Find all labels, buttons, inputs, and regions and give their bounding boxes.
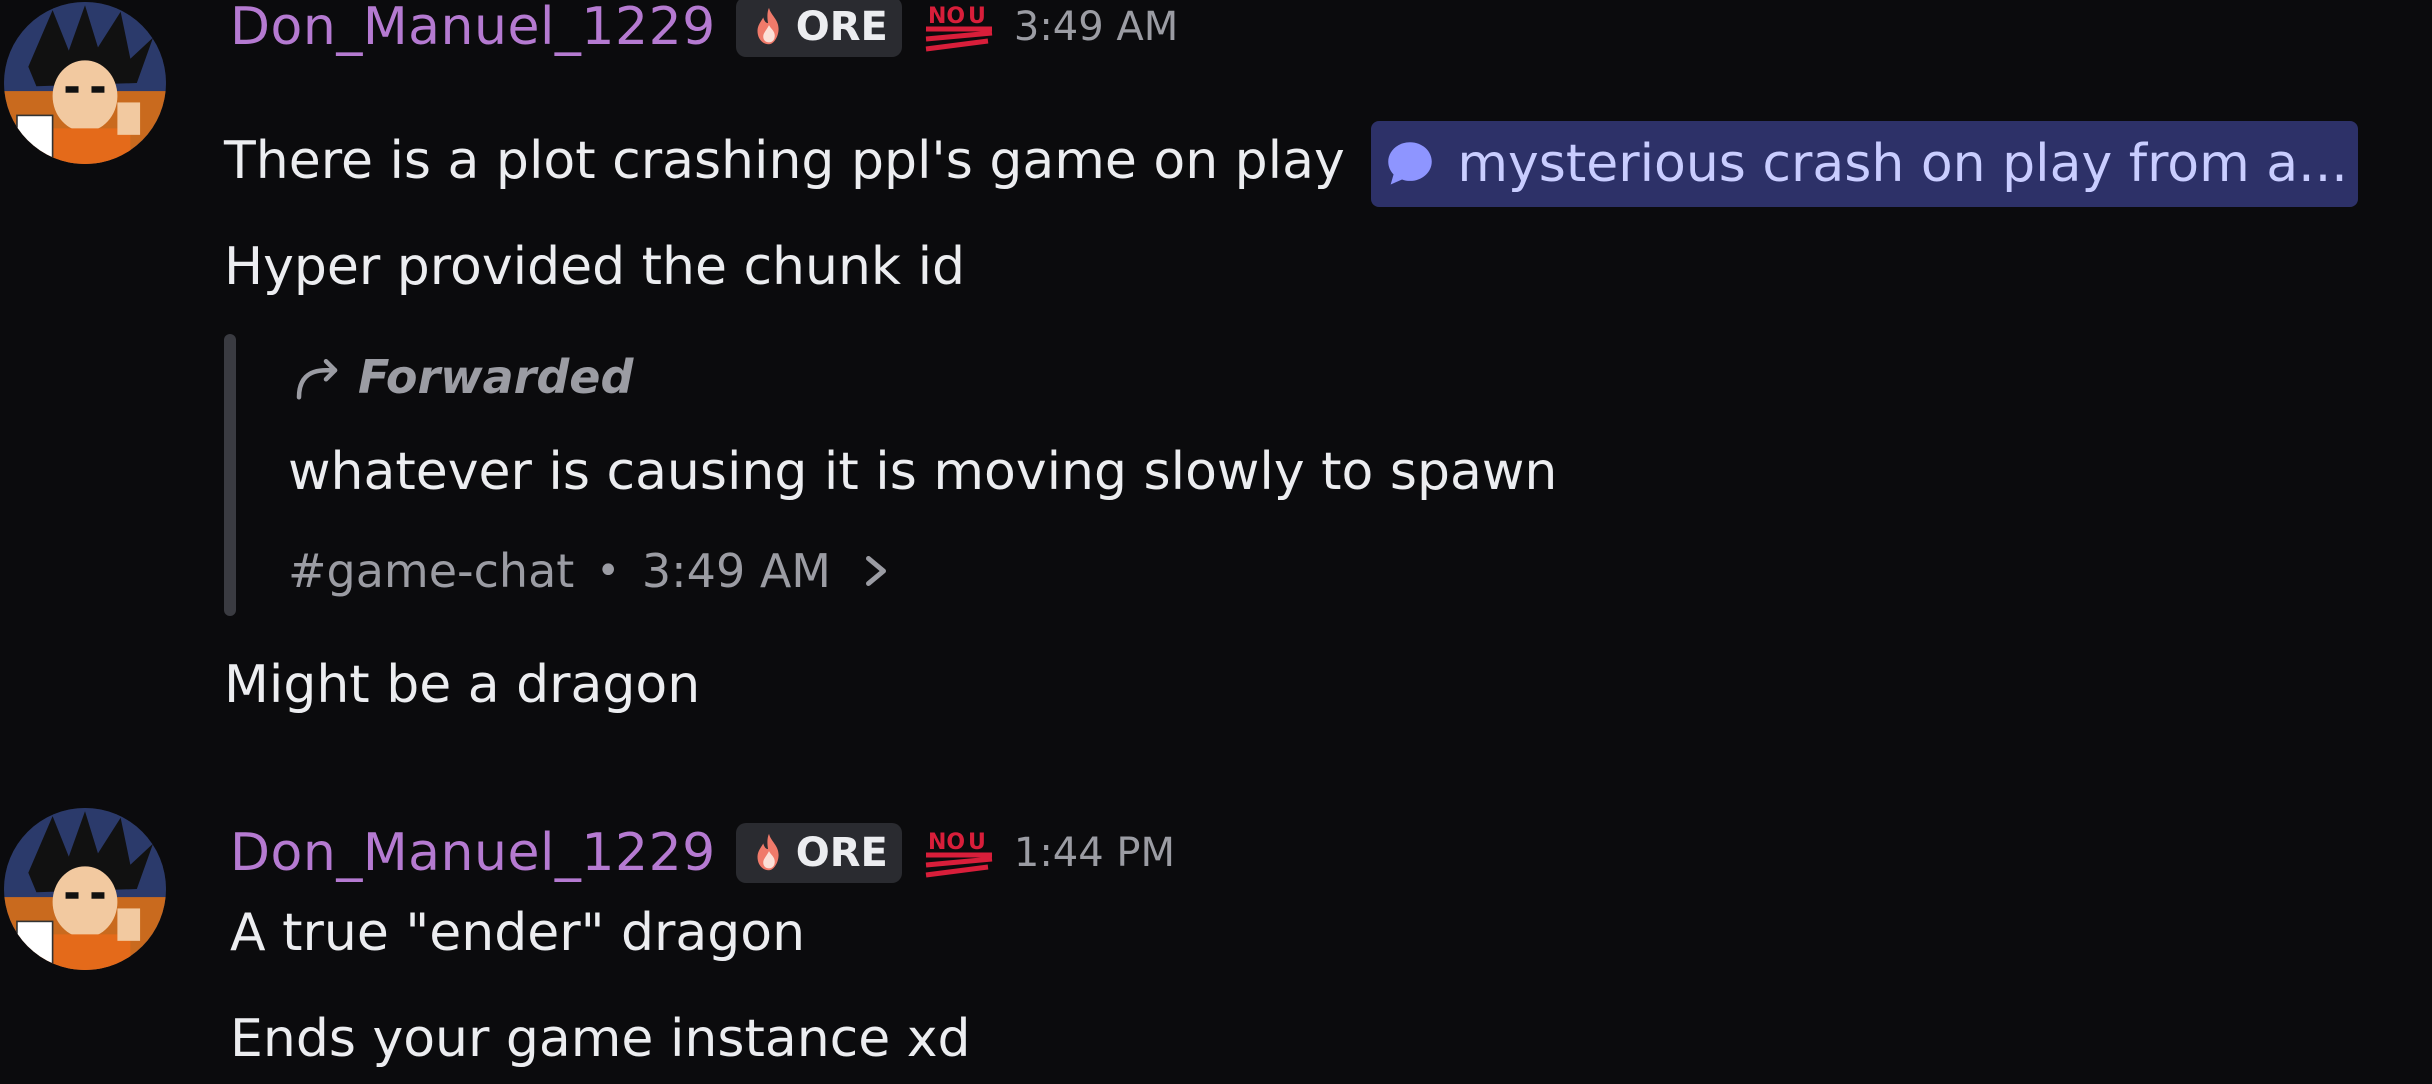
thread-bubble-icon	[1388, 142, 1433, 185]
message-text: Might be a dragon	[224, 655, 701, 715]
timestamp[interactable]: 3:49 AM	[1014, 4, 1178, 50]
forward-arrow-icon	[296, 359, 338, 400]
flame-icon	[757, 7, 779, 45]
flame-icon	[757, 833, 779, 871]
avatar[interactable]	[4, 808, 166, 970]
forwarded-message: Forwarded whatever is causing it is movi…	[224, 334, 1724, 616]
message-text: Hyper provided the chunk id	[224, 237, 966, 297]
nou-icon: NO U	[925, 4, 993, 52]
forwarded-header: Forwarded	[290, 350, 633, 404]
message-text: Ends your game instance xd	[230, 1009, 971, 1069]
svg-text:NO: NO	[928, 830, 965, 855]
separator-dot: •	[596, 548, 620, 594]
forwarded-channel[interactable]: #game-chat	[288, 544, 574, 598]
message-header: Don_Manuel_1229 ORE NO U 3:49 AM	[230, 0, 1178, 57]
guild-tag-label: ORE	[795, 4, 888, 50]
timestamp[interactable]: 1:44 PM	[1014, 830, 1175, 876]
guild-tag[interactable]: ORE	[735, 0, 902, 57]
forwarded-time: 3:49 AM	[641, 544, 831, 598]
guild-tag[interactable]: ORE	[735, 823, 902, 883]
nou-icon: NO U	[925, 830, 993, 878]
forward-bar	[224, 334, 236, 616]
avatar-image	[4, 808, 166, 970]
message-line: Might be a dragon	[224, 650, 700, 720]
svg-text:NO: NO	[928, 4, 965, 29]
message-text: There is a plot crashing ppl's game on p…	[224, 131, 1345, 191]
thread-link-label: mysterious crash on play from a...	[1457, 134, 2348, 194]
message-line: There is a plot crashing ppl's game on p…	[224, 118, 2358, 207]
avatar-image	[4, 2, 166, 164]
username[interactable]: Don_Manuel_1229	[230, 0, 716, 57]
message-line: A true "ender" dragon	[230, 898, 805, 968]
forwarded-label: Forwarded	[358, 350, 634, 404]
message-line: Ends your game instance xd	[230, 1004, 971, 1074]
message-header: Don_Manuel_1229 ORE NO U 1:44 PM	[230, 816, 1175, 890]
guild-tag-label: ORE	[795, 830, 888, 876]
chevron-right-icon[interactable]	[861, 551, 891, 591]
svg-text:U: U	[968, 4, 986, 29]
forwarded-source[interactable]: #game-chat • 3:49 AM	[288, 544, 891, 598]
avatar[interactable]	[4, 2, 166, 164]
thread-link[interactable]: mysterious crash on play from a...	[1371, 121, 2358, 207]
message-line: Hyper provided the chunk id	[224, 232, 965, 302]
message-text: A true "ender" dragon	[230, 903, 806, 963]
username[interactable]: Don_Manuel_1229	[230, 823, 716, 883]
svg-text:U: U	[968, 830, 986, 855]
forwarded-text: whatever is causing it is moving slowly …	[288, 442, 1558, 502]
